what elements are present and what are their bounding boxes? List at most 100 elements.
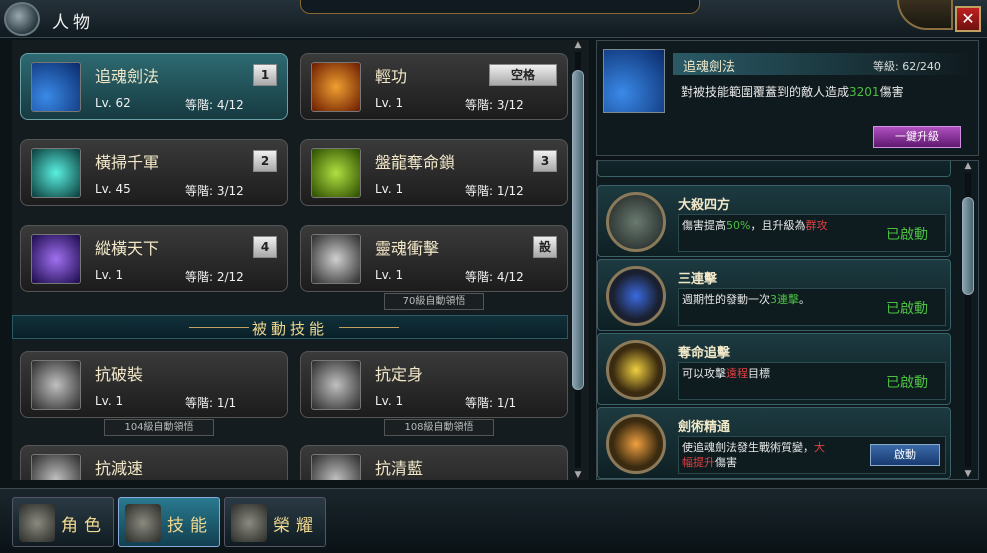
skill-grade: 等階: 1/1 <box>465 396 517 410</box>
skill-name: 靈魂衝擊 <box>375 239 440 258</box>
passive-card-3[interactable]: 抗減速 <box>20 445 288 480</box>
skill-card-6[interactable]: 靈魂衝擊 設 Lv. 1 等階: 4/12 <box>300 225 568 292</box>
medal-icon <box>606 414 666 474</box>
close-button[interactable]: ✕ <box>955 6 981 32</box>
armor-skill-icon <box>31 360 81 410</box>
skill-name: 抗破裝 <box>95 365 144 384</box>
scroll-down-icon[interactable]: ▼ <box>571 470 585 480</box>
talent-list-scrollbar[interactable]: ▲ ▼ <box>961 161 975 479</box>
talent-desc: 週期性的發動一次3連擊。 <box>682 292 862 307</box>
skill-level: Lv. 1 <box>375 96 404 110</box>
skills-icon <box>125 504 161 542</box>
tab-label: 技能 <box>167 516 213 536</box>
passive-card-1[interactable]: 抗破裝 Lv. 1 等階: 1/1 <box>20 351 288 418</box>
soul-skill-icon <box>311 234 361 284</box>
skill-grade: 等階: 2/12 <box>185 270 244 284</box>
one-click-upgrade-button[interactable]: 一鍵升級 <box>873 126 961 148</box>
skill-card-5[interactable]: 縱橫天下 4 Lv. 1 等階: 2/12 <box>20 225 288 292</box>
tab-honor[interactable]: 榮耀 <box>224 497 326 547</box>
desc-highlight: 50% <box>726 219 751 232</box>
bottom-tab-bar: 角色 技能 榮耀 <box>0 488 987 553</box>
talent-desc: 可以攻擊遠程目標 <box>682 366 862 381</box>
skill-name: 抗清藍 <box>375 459 424 478</box>
skill-level: Lv. 1 <box>95 394 124 408</box>
hotkey-badge: 1 <box>253 64 277 86</box>
skill-card-3[interactable]: 橫掃千軍 2 Lv. 45 等階: 3/12 <box>20 139 288 206</box>
desc-text: 可以攻擊 <box>682 367 726 380</box>
dash-skill-icon <box>311 62 361 112</box>
tab-character[interactable]: 角色 <box>12 497 114 547</box>
tab-skills[interactable]: 技能 <box>118 497 220 547</box>
talent-item-4[interactable]: 劍術精通 使追魂劍法發生戰術質變，大幅提升傷害 啟動 <box>597 407 951 479</box>
talent-status: 已啟動 <box>886 227 928 243</box>
talent-desc: 使追魂劍法發生戰術質變，大幅提升傷害 <box>682 440 830 470</box>
medal-icon <box>606 340 666 400</box>
talent-list-panel: 大殺四方 傷害提高50%，且升級為群攻 已啟動 三連擊 週期性的發動一次3連擊。… <box>596 160 979 480</box>
slow-resist-icon <box>31 454 81 480</box>
desc-text: 對被技能範圍覆蓋到的敵人造成 <box>681 85 850 99</box>
skill-list-panel: 追魂劍法 1 Lv. 62 等階: 4/12 輕功 空格 Lv. 1 等階: 3… <box>12 40 589 480</box>
talent-item-1[interactable]: 大殺四方 傷害提高50%，且升級為群攻 已啟動 <box>597 185 951 257</box>
passive-card-4[interactable]: 抗清藍 <box>300 445 568 480</box>
divider <box>339 327 399 328</box>
orb-icon <box>4 2 40 36</box>
tab-label: 角色 <box>61 516 107 536</box>
talent-name: 三連擊 <box>678 272 718 287</box>
skill-card-4[interactable]: 盤龍奪命鎖 3 Lv. 1 等階: 1/12 <box>300 139 568 206</box>
unbind-skill-icon <box>311 360 361 410</box>
skill-grade: 等階: 3/12 <box>465 98 524 112</box>
chain-skill-icon <box>311 148 361 198</box>
damage-value: 3201 <box>849 85 880 99</box>
auto-learn-note: 104級自動領悟 <box>104 419 214 436</box>
character-icon <box>19 504 55 542</box>
talent-item-prev <box>597 161 951 177</box>
desc-text: 使追魂劍法發生戰術質變， <box>682 441 814 454</box>
activate-button[interactable]: 啟動 <box>870 444 940 466</box>
skill-name: 抗定身 <box>375 365 424 384</box>
desc-text: 。 <box>799 293 810 306</box>
medal-icon <box>606 266 666 326</box>
talent-item-2[interactable]: 三連擊 週期性的發動一次3連擊。 已啟動 <box>597 259 951 331</box>
skill-grade: 等階: 4/12 <box>185 98 244 112</box>
talent-status: 已啟動 <box>886 375 928 391</box>
skill-card-1[interactable]: 追魂劍法 1 Lv. 62 等階: 4/12 <box>20 53 288 120</box>
hotkey-badge: 4 <box>253 236 277 258</box>
talent-status: 已啟動 <box>886 301 928 317</box>
sweep-skill-icon <box>31 148 81 198</box>
tab-label: 榮耀 <box>273 516 319 536</box>
passive-section-header: 被動技能 <box>12 315 568 339</box>
desc-text: 傷害提高 <box>682 219 726 232</box>
passive-card-2[interactable]: 抗定身 Lv. 1 等階: 1/1 <box>300 351 568 418</box>
talent-item-3[interactable]: 奪命追擊 可以攻擊遠程目標 已啟動 <box>597 333 951 405</box>
skill-grade: 等階: 3/12 <box>185 184 244 198</box>
scroll-thumb[interactable] <box>572 70 584 390</box>
desc-highlight: 3連擊 <box>770 293 799 306</box>
skill-list-scrollbar[interactable]: ▲ ▼ <box>571 40 585 480</box>
detail-description: 對被技能範圍覆蓋到的敵人造成3201傷害 <box>681 83 904 100</box>
skill-name: 輕功 <box>375 67 408 86</box>
scroll-down-icon[interactable]: ▼ <box>961 469 975 479</box>
desc-text: 目標 <box>748 367 770 380</box>
talent-name: 劍術精通 <box>678 420 731 435</box>
desc-text: 傷害 <box>879 85 904 99</box>
scroll-up-icon[interactable]: ▲ <box>571 40 585 50</box>
scroll-thumb[interactable] <box>962 197 974 295</box>
hotkey-badge: 空格 <box>489 64 557 86</box>
skill-name: 抗減速 <box>95 459 144 478</box>
blade-skill-icon <box>603 49 665 113</box>
ornament-icon <box>897 0 953 30</box>
scroll-up-icon[interactable]: ▲ <box>961 161 975 171</box>
resource-bar <box>300 0 700 14</box>
desc-text: 傷害 <box>715 456 737 469</box>
skill-level: Lv. 45 <box>95 182 131 196</box>
skill-card-2[interactable]: 輕功 空格 Lv. 1 等階: 3/12 <box>300 53 568 120</box>
section-title: 被動技能 <box>251 320 328 338</box>
hotkey-badge: 3 <box>533 150 557 172</box>
skill-grade: 等階: 4/12 <box>465 270 524 284</box>
skill-name: 橫掃千軍 <box>95 153 160 172</box>
mana-resist-icon <box>311 454 361 480</box>
window-title: 人物 <box>52 13 94 33</box>
talent-name: 大殺四方 <box>678 198 731 213</box>
skill-level: Lv. 1 <box>375 268 404 282</box>
desc-highlight: 遠程 <box>726 367 748 380</box>
